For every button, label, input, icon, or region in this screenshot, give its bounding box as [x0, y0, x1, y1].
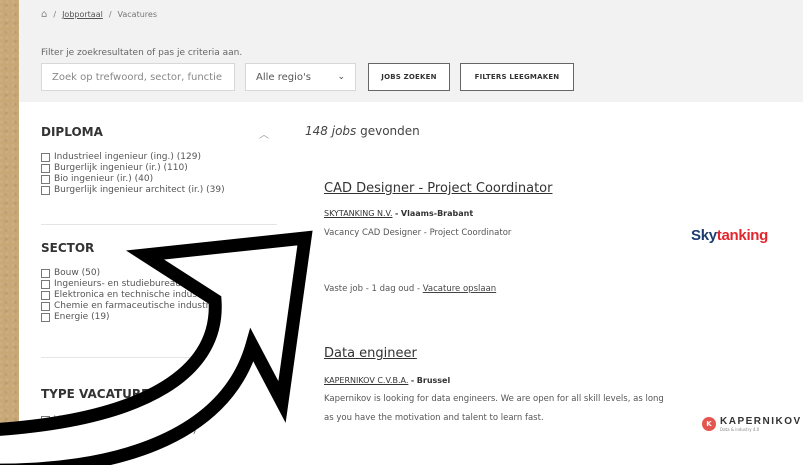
job-description: Kapernikov is looking for data engineers… — [324, 394, 664, 423]
breadcrumb: ⌂ / Jobportaal / Vacatures — [41, 9, 157, 20]
facet-option[interactable]: Elektronica en technische industrie (31) — [41, 290, 265, 301]
region-select-value: Alle regio's — [256, 71, 311, 83]
checkbox[interactable] — [41, 280, 50, 289]
facet-title-type: TYPE VACATURE — [41, 387, 150, 401]
facet-option[interactable]: Bio ingenieur (ir.) (40) — [41, 174, 225, 185]
checkbox[interactable] — [41, 313, 50, 322]
facet-divider — [41, 357, 277, 358]
job-title-link[interactable]: CAD Designer - Project Coordinator — [324, 181, 552, 196]
job-footer: Vaste job - 1 dag oud - Vacature opslaan — [324, 284, 497, 294]
job-location: Vlaams-Brabant — [400, 209, 474, 218]
job-description: Vacancy CAD Designer - Project Coordinat… — [324, 228, 512, 238]
region-select[interactable]: Alle regio's ⌄ — [245, 63, 356, 91]
facet-option[interactable]: Ingenieurs- en studiebureaus (excl. bouw… — [41, 279, 265, 290]
facet-title-diploma: DIPLOMA — [41, 125, 103, 139]
facet-option[interactable]: Studentenjob (1) — [41, 448, 196, 459]
facet-list-diploma: Industrieel ingenieur (ing.) (129) Burge… — [41, 152, 225, 196]
checkbox[interactable] — [41, 164, 50, 173]
search-jobs-button[interactable]: JOBS ZOEKEN — [368, 63, 450, 91]
job-title-link[interactable]: Data engineer — [324, 346, 417, 361]
checkbox[interactable] — [41, 438, 50, 447]
home-icon[interactable]: ⌂ — [41, 9, 47, 20]
facet-option[interactable]: Burgerlijk ingenieur (ir.) (110) — [41, 163, 225, 174]
checkbox[interactable] — [41, 427, 50, 436]
company-link[interactable]: SKYTANKING N.V. — [324, 209, 393, 218]
breadcrumb-jobportaal-link[interactable]: Jobportaal — [62, 10, 103, 19]
save-vacancy-link[interactable]: Vacature opslaan — [423, 284, 496, 294]
breadcrumb-separator: / — [53, 10, 57, 19]
facet-option[interactable]: Consultancy op projectbasis (6) — [41, 426, 196, 437]
keyword-search-input[interactable] — [41, 63, 235, 91]
kapernikov-logo: K KAPERNIKOV Data & industry 4.0 — [702, 416, 802, 432]
checkbox[interactable] — [41, 269, 50, 278]
facet-divider — [41, 224, 277, 225]
job-meta: SKYTANKING N.V. - Vlaams-Brabant — [324, 209, 474, 218]
kapernikov-logo-mark: K — [702, 417, 716, 431]
checkbox[interactable] — [41, 291, 50, 300]
checkbox[interactable] — [41, 449, 50, 458]
checkbox[interactable] — [41, 302, 50, 311]
facet-title-sector: SECTOR — [41, 241, 95, 255]
chevron-up-icon[interactable]: ︿ — [259, 126, 269, 141]
checkbox[interactable] — [41, 186, 50, 195]
filter-hint: Filter je zoekresultaten of pas je crite… — [41, 48, 243, 58]
facet-option[interactable]: Chemie en farmaceutische industrie (21) — [41, 301, 265, 312]
breadcrumb-separator: / — [108, 10, 112, 19]
facet-option[interactable]: Bouw (50) — [41, 268, 265, 279]
facet-option[interactable]: Industrieel ingenieur (ing.) (129) — [41, 152, 225, 163]
facet-list-sector: Bouw (50) Ingenieurs- en studiebureaus (… — [41, 268, 265, 323]
facet-option[interactable]: Stage (1) — [41, 437, 196, 448]
clear-filters-button[interactable]: FILTERS LEEGMAKEN — [460, 63, 574, 91]
facet-list-type: Vaste job (139) Consultancy op projectba… — [41, 415, 196, 459]
results-count: 148 jobs gevonden — [305, 124, 420, 138]
checkbox[interactable] — [41, 175, 50, 184]
page-sheet: ⌂ / Jobportaal / Vacatures Filter je zoe… — [19, 0, 803, 465]
facet-option[interactable]: Burgerlijk ingenieur architect (ir.) (39… — [41, 185, 225, 196]
company-link[interactable]: KAPERNIKOV C.V.B.A. — [324, 376, 408, 385]
facet-option[interactable]: Vaste job (139) — [41, 415, 196, 426]
facet-option[interactable]: Energie (19) — [41, 312, 265, 323]
checkbox[interactable] — [41, 153, 50, 162]
checkbox[interactable] — [41, 416, 50, 425]
breadcrumb-current: Vacatures — [117, 10, 157, 19]
job-location: Brussel — [416, 376, 451, 385]
chevron-down-icon: ⌄ — [337, 72, 345, 82]
job-meta: KAPERNIKOV C.V.B.A. - Brussel — [324, 376, 451, 385]
skytanking-logo: Skytanking — [691, 227, 769, 244]
